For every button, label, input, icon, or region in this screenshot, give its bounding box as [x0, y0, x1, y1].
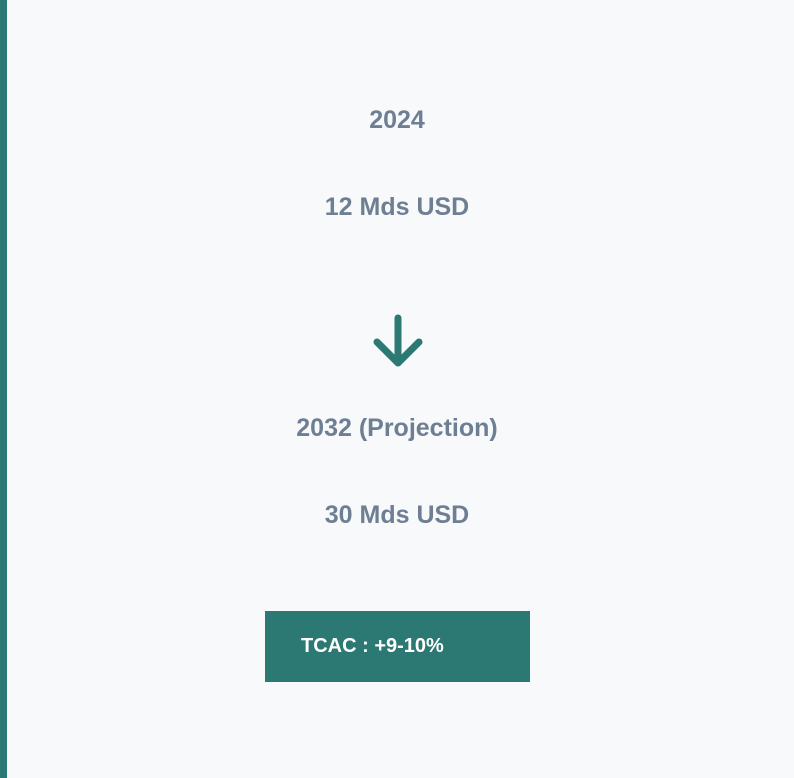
arrow-down-icon — [373, 314, 423, 367]
end-value: 30 Mds USD — [324, 501, 470, 529]
cagr-badge: TCAC : +9-10% — [265, 611, 530, 682]
start-value: 12 Mds USD — [324, 193, 470, 221]
start-year: 2024 — [369, 106, 425, 134]
cagr-badge-label: TCAC : +9-10% — [301, 635, 444, 657]
end-year: 2032 (Projection) — [296, 414, 498, 442]
